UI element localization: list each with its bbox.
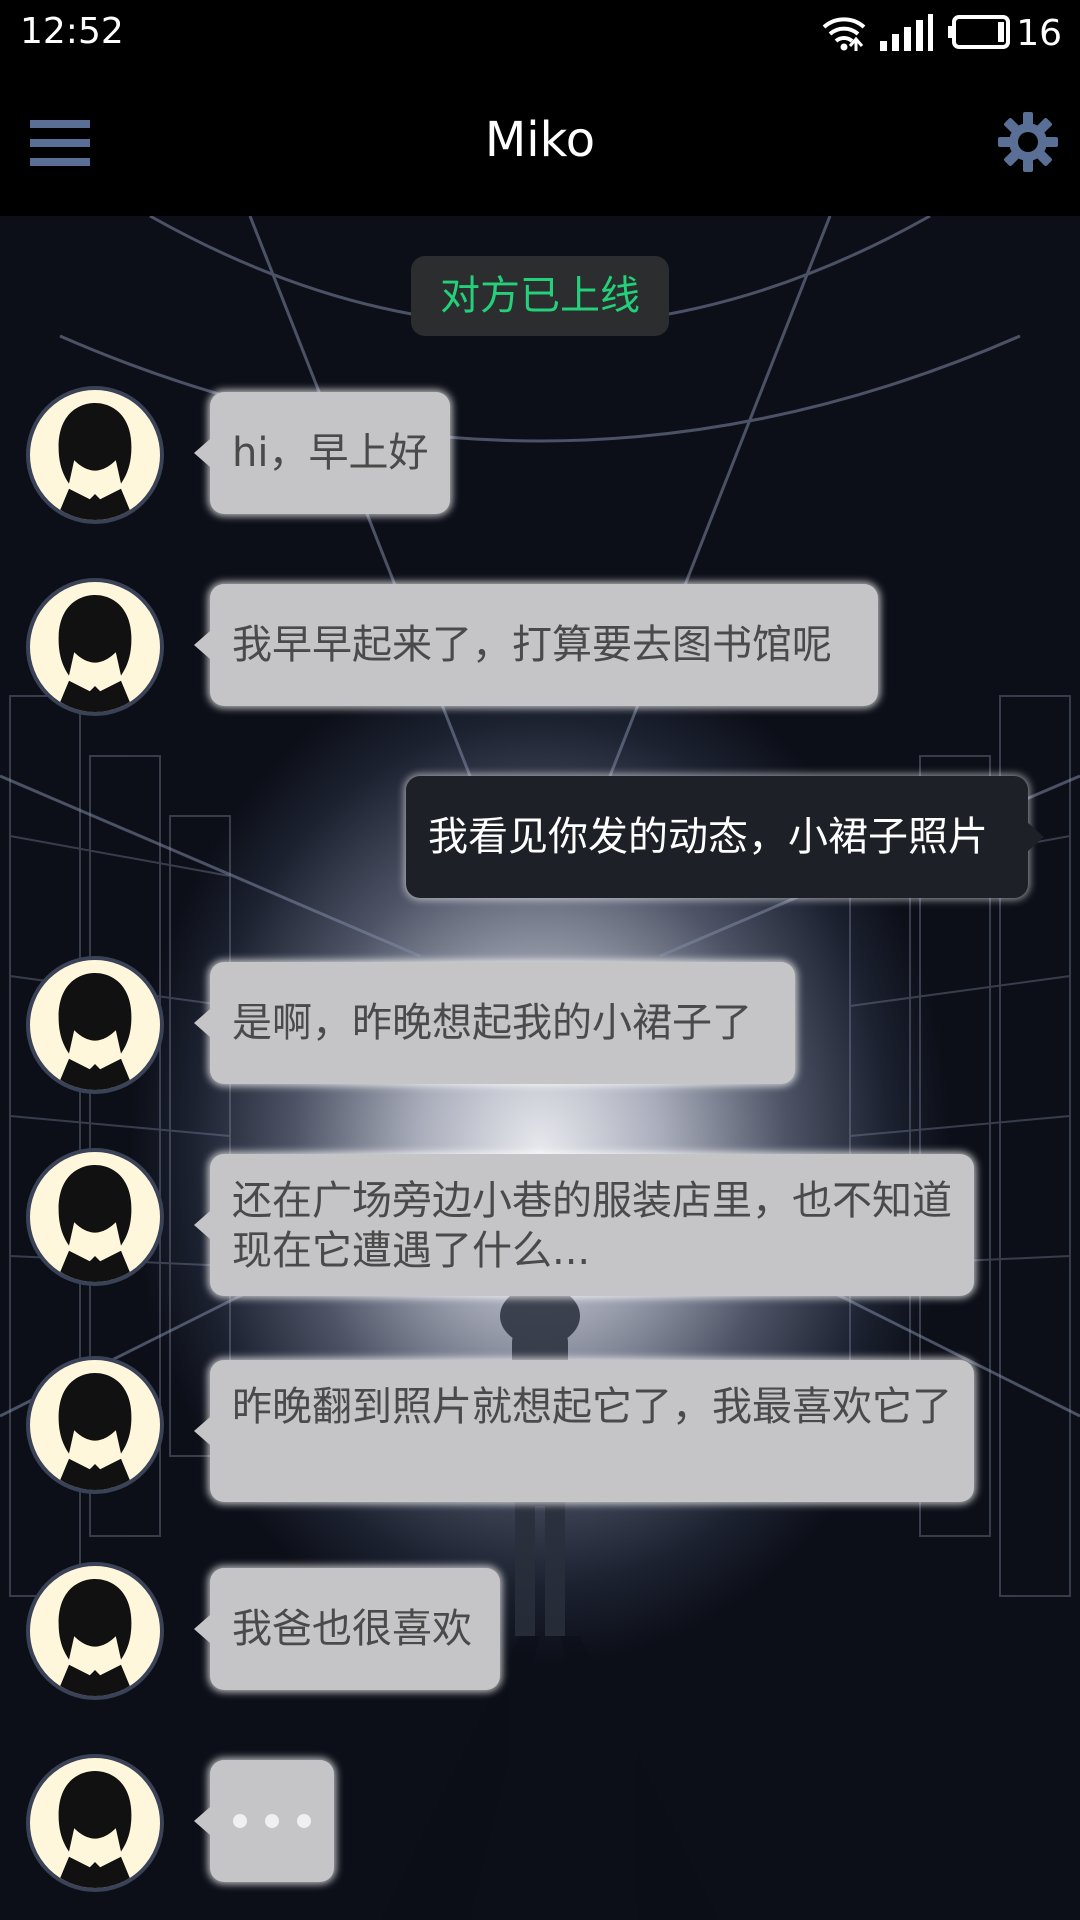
status-time: 12:52 [20,11,124,52]
battery-icon [946,13,1012,53]
status-bar: 12:52 16 [0,0,1080,66]
avatar-silhouette-icon [56,1771,134,1888]
message-bubble-incoming[interactable]: 我爸也很喜欢 [194,1568,500,1690]
typing-dot [265,1814,279,1828]
avatar[interactable] [26,956,164,1094]
status-icons: 16 [820,8,1062,58]
message-bubble-incoming[interactable]: hi，早上好 [194,392,450,514]
avatar-silhouette-icon [56,595,134,712]
avatar[interactable] [26,1562,164,1700]
message-text: 是啊，昨晚想起我的小裙子了 [232,1000,752,1046]
chat-area[interactable]: 对方已上线 hi，早上好 我早早起来了，打算要去图书馆呢 我看见你发的动态，小裙… [0,216,1080,1920]
avatar-silhouette-icon [56,1373,134,1490]
message-text: 我爸也很喜欢 [232,1606,472,1652]
message-text: 我看见你发的动态，小裙子照片 [428,814,988,860]
avatar-silhouette-icon [56,403,134,520]
chat-screen: 12:52 16 Miko 对方已上线 hi，早上好 我早早起来了，打算要去图书… [0,0,1080,1920]
avatar[interactable] [26,1356,164,1494]
signal-icon [878,13,934,53]
message-text: hi，早上好 [232,430,429,476]
typing-dot [233,1814,247,1828]
typing-dot [297,1814,311,1828]
chat-title: Miko [484,112,596,168]
avatar[interactable] [26,1148,164,1286]
online-status-notice: 对方已上线 [411,256,669,336]
typing-dots [210,1760,334,1882]
avatar[interactable] [26,386,164,524]
battery-level: 16 [1016,12,1062,54]
message-bubble-incoming[interactable]: 昨晚翻到照片就想起它了，我最喜欢它了 [194,1360,974,1502]
typing-indicator-bubble [194,1760,334,1882]
message-bubble-outgoing[interactable]: 我看见你发的动态，小裙子照片 [406,776,1044,898]
message-text: 还在广场旁边小巷的服装店里，也不知道现在它遭遇了什么... [232,1178,952,1274]
avatar[interactable] [26,578,164,716]
top-app-bar: Miko [0,66,1080,216]
avatar-silhouette-icon [56,1579,134,1696]
gear-icon [998,112,1058,172]
avatar[interactable] [26,1754,164,1892]
message-bubble-incoming[interactable]: 还在广场旁边小巷的服装店里，也不知道现在它遭遇了什么... [194,1154,974,1296]
message-text: 昨晚翻到照片就想起它了，我最喜欢它了 [232,1384,952,1430]
message-bubble-incoming[interactable]: 我早早起来了，打算要去图书馆呢 [194,584,878,706]
avatar-silhouette-icon [56,973,134,1090]
avatar-silhouette-icon [56,1165,134,1282]
wifi-icon [820,13,868,53]
message-text: 我早早起来了，打算要去图书馆呢 [232,622,832,668]
message-bubble-incoming[interactable]: 是啊，昨晚想起我的小裙子了 [194,962,795,1084]
settings-button[interactable] [996,110,1060,174]
